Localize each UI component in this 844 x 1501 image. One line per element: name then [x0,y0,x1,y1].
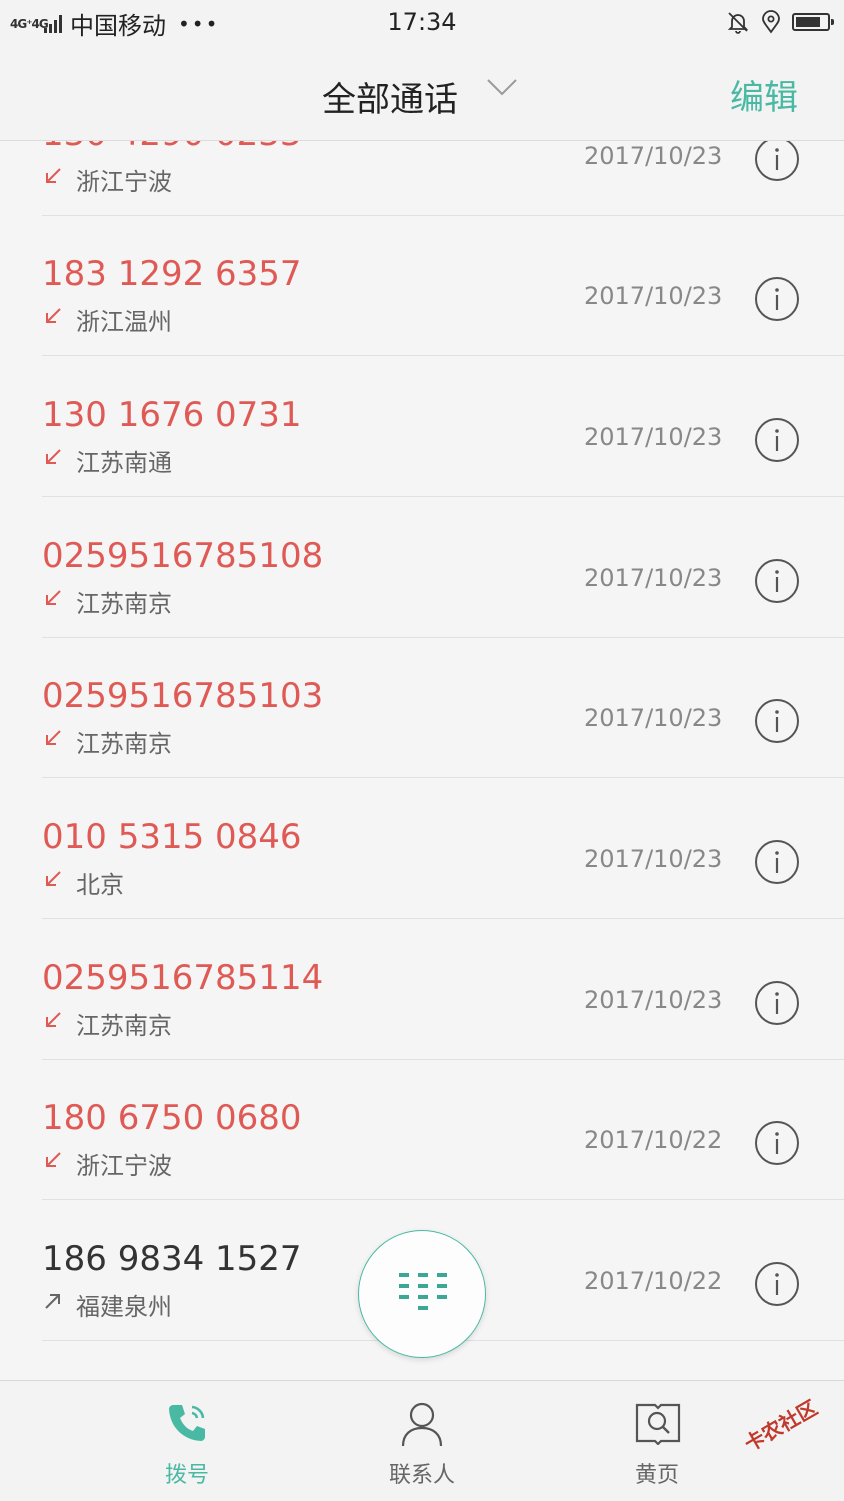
tab-yellow-pages[interactable]: 黄页 [587,1381,727,1501]
call-log-row[interactable]: 180 6750 0680 浙江宁波 2017/10/22 [0,1060,844,1200]
missed-call-arrow-icon [46,590,61,605]
tab-contacts[interactable]: 联系人 [352,1381,492,1501]
call-date: 2017/10/23 [584,282,723,310]
edit-button[interactable]: 编辑 [730,70,798,119]
call-location: 浙江温州 [76,308,172,336]
yellow-pages-icon [635,1403,681,1445]
dialpad-button[interactable] [358,1230,486,1358]
call-date: 2017/10/23 [584,704,723,732]
call-date: 2017/10/22 [584,1267,723,1295]
dialpad-icon [399,1273,447,1310]
call-location: 江苏南通 [76,449,172,477]
call-log-row[interactable]: 010 5315 0846 北京 2017/10/23 [0,779,844,919]
info-icon[interactable] [754,698,800,744]
info-icon[interactable] [754,417,800,463]
contact-icon [401,1402,443,1447]
missed-call-arrow-icon [46,1012,61,1027]
info-icon[interactable] [754,1120,800,1166]
tab-dial[interactable]: 拨号 [117,1381,257,1501]
call-number: 010 5315 0846 [42,817,302,857]
info-icon[interactable] [754,980,800,1026]
header: 全部通话 编辑 [0,46,844,141]
call-location: 江苏南京 [76,1012,172,1040]
call-number: 186 9834 1527 [42,1239,302,1279]
tab-dial-label: 拨号 [164,1463,209,1488]
call-location: 江苏南京 [76,730,172,758]
call-log-row[interactable]: 0259516785114 江苏南京 2017/10/23 [0,920,844,1060]
tab-contacts-label: 联系人 [388,1463,455,1488]
divider [42,1199,844,1200]
call-date: 2017/10/22 [584,1126,723,1154]
bottom-nav: 拨号 联系人 黄页 [0,1380,844,1501]
page-title[interactable]: 全部通话 [322,72,458,121]
call-date: 2017/10/23 [584,423,723,451]
call-number: 180 6750 0680 [42,1098,302,1138]
info-icon[interactable] [754,1261,800,1307]
call-log-list[interactable]: 130 4290 0233 浙江宁波 2017/10/23 183 1292 6… [0,4,844,1380]
info-icon[interactable] [754,558,800,604]
call-number: 0259516785103 [42,676,324,716]
call-log-row[interactable]: 0259516785108 江苏南京 2017/10/23 [0,498,844,638]
missed-call-arrow-icon [46,730,61,745]
call-date: 2017/10/23 [584,564,723,592]
outgoing-call-arrow-icon [45,1294,60,1309]
info-icon[interactable] [754,839,800,885]
call-location: 浙江宁波 [76,1152,172,1180]
call-date: 2017/10/23 [584,845,723,873]
info-icon[interactable] [754,136,800,182]
call-number: 130 1676 0731 [42,395,302,435]
divider [42,355,844,356]
call-location: 福建泉州 [76,1293,172,1321]
tab-yellow-pages-label: 黄页 [634,1463,679,1488]
call-log-row[interactable]: 183 1292 6357 浙江温州 2017/10/23 [0,216,844,356]
chevron-down-icon[interactable] [486,76,518,98]
call-location: 北京 [76,871,124,899]
call-log-row[interactable]: 0259516785103 江苏南京 2017/10/23 [0,638,844,778]
call-location: 江苏南京 [76,590,172,618]
info-icon[interactable] [754,276,800,322]
call-number: 0259516785114 [42,958,324,998]
divider [42,918,844,919]
call-date: 2017/10/23 [584,986,723,1014]
missed-call-arrow-icon [46,449,61,464]
call-date: 2017/10/23 [584,142,723,170]
missed-call-arrow-icon [46,168,61,183]
missed-call-arrow-icon [46,871,61,886]
call-number: 0259516785108 [42,536,324,576]
call-log-row[interactable]: 130 1676 0731 江苏南通 2017/10/23 [0,357,844,497]
missed-call-arrow-icon [46,308,61,323]
divider [42,777,844,778]
phone-icon [169,1405,205,1441]
call-number: 183 1292 6357 [42,254,302,294]
divider [42,496,844,497]
call-location: 浙江宁波 [76,168,172,196]
missed-call-arrow-icon [46,1152,61,1167]
